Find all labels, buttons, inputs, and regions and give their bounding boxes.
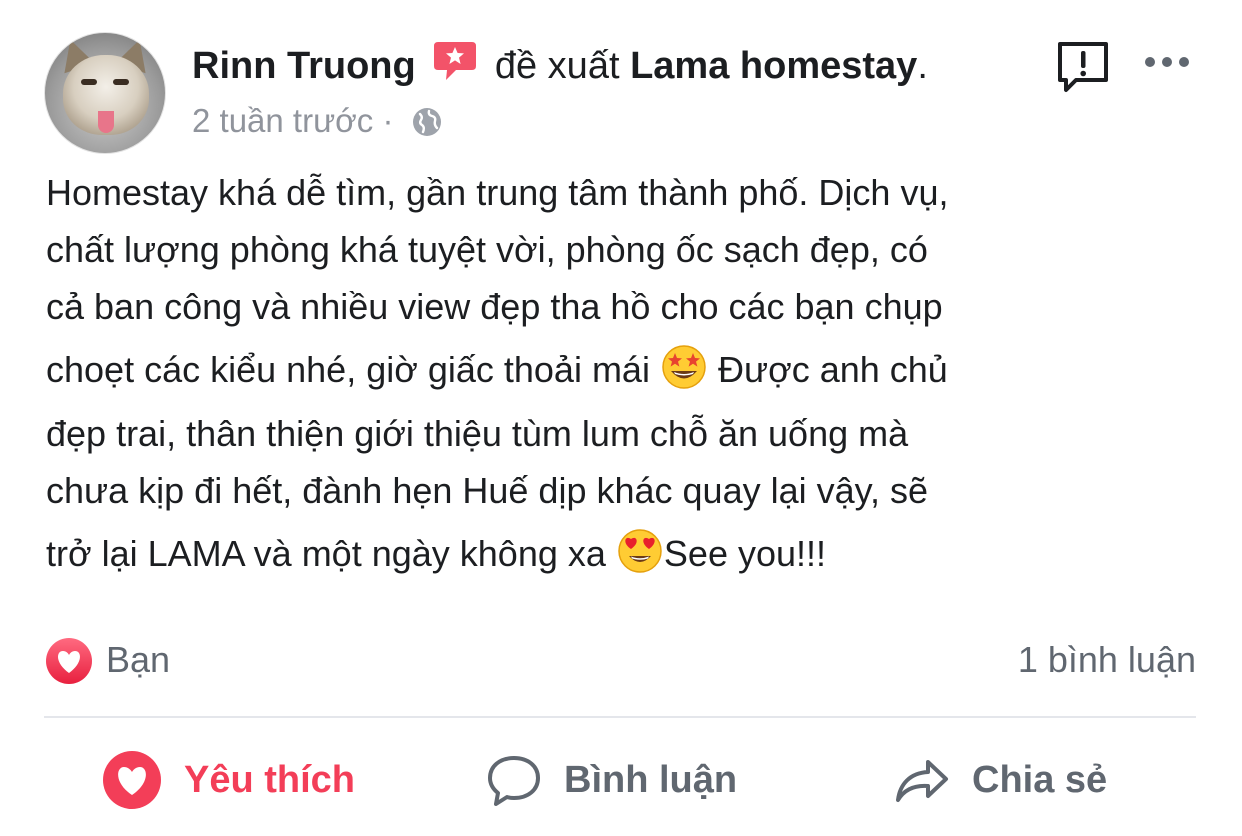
more-icon[interactable] xyxy=(1142,50,1192,74)
heart-icon[interactable] xyxy=(44,636,94,686)
post-line-part: See you!!! xyxy=(663,533,827,574)
post-line: choẹt các kiểu nhé, giờ giấc thoải mái Đ… xyxy=(46,335,1216,405)
like-label: Yêu thích xyxy=(184,758,356,801)
post-line: chưa kịp đi hết, đành hẹn Huế dịp khác q… xyxy=(46,470,928,511)
share-icon xyxy=(896,760,948,802)
avatar-tongue xyxy=(98,111,114,133)
post-line: chất lượng phòng khá tuyệt vời, phòng ốc… xyxy=(46,229,928,270)
post-line: cả ban công và nhiều view đẹp tha hồ cho… xyxy=(46,286,943,327)
avatar-eye-right xyxy=(113,79,129,85)
post-title-line: Rinn Truong đề xuất Lama homestay. xyxy=(192,38,928,92)
page-suffix: . xyxy=(917,45,928,87)
comment-icon xyxy=(488,756,540,806)
avatar-eye-left xyxy=(81,79,97,85)
heart-icon xyxy=(103,751,161,809)
action-bar: Yêu thích Bình luận Chia sẻ xyxy=(44,740,1196,820)
post-meta: 2 tuần trước · xyxy=(192,98,443,144)
post-line: trở lại LAMA và một ngày không xa See yo… xyxy=(46,519,1216,589)
post-body: Homestay khá dễ tìm, gần trung tâm thành… xyxy=(46,164,1216,589)
post-line-part: trở lại LAMA và một ngày không xa xyxy=(46,533,606,574)
avatar[interactable] xyxy=(44,32,166,154)
reaction-stats: Bạn 1 bình luận xyxy=(44,632,1196,688)
meta-separator: · xyxy=(382,102,394,139)
comment-button[interactable]: Bình luận xyxy=(486,740,737,820)
post-time[interactable]: 2 tuần trước xyxy=(192,102,373,139)
like-button[interactable]: Yêu thích xyxy=(102,740,355,820)
reaction-label[interactable]: Bạn xyxy=(106,632,170,688)
star-struck-emoji xyxy=(662,345,706,389)
divider xyxy=(44,716,1196,718)
report-icon[interactable] xyxy=(1054,38,1112,96)
comment-count[interactable]: 1 bình luận xyxy=(1018,632,1196,688)
heart-eyes-emoji xyxy=(618,529,662,573)
comment-label: Bình luận xyxy=(564,758,738,801)
recommend-verb: đề xuất xyxy=(494,45,620,87)
post-line: đẹp trai, thân thiện giới thiệu tùm lum … xyxy=(46,413,909,454)
post-line-part: Được anh chủ xyxy=(717,349,948,390)
author-name[interactable]: Rinn Truong xyxy=(192,45,416,87)
share-label: Chia sẻ xyxy=(972,758,1108,801)
recommend-icon xyxy=(434,42,477,80)
globe-icon xyxy=(412,108,441,136)
page-name[interactable]: Lama homestay xyxy=(630,45,917,87)
post-line-part: choẹt các kiểu nhé, giờ giấc thoải mái xyxy=(46,349,650,390)
post-line: Homestay khá dễ tìm, gần trung tâm thành… xyxy=(46,172,949,213)
post-header: Rinn Truong đề xuất Lama homestay. 2 tuầ… xyxy=(44,30,1204,160)
share-button[interactable]: Chia sẻ xyxy=(894,740,1107,820)
